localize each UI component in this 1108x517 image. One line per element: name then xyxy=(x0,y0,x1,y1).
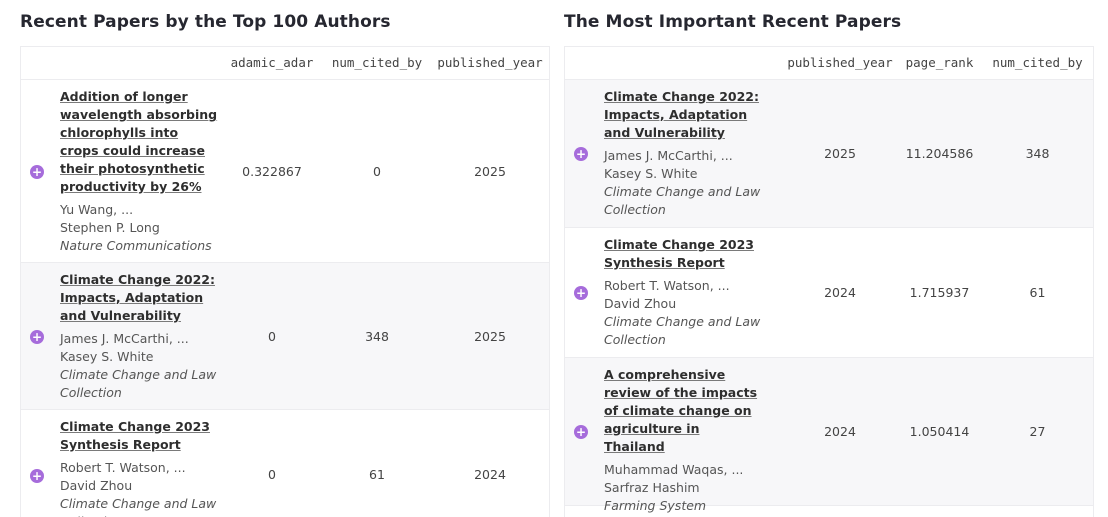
last-author: Kasey S. White xyxy=(60,349,154,364)
page-rank-value: 11.204586 xyxy=(905,146,974,161)
column-header-num-cited-by[interactable]: num_cited_by xyxy=(324,47,430,79)
column-header-num-cited-by[interactable]: num_cited_by xyxy=(984,47,1091,79)
last-author: Stephen P. Long xyxy=(60,220,160,235)
venue: Nature Communications xyxy=(60,238,212,253)
paper-info: Climate Change 2022: Impacts, Adaptation… xyxy=(60,271,220,402)
paper-title-link[interactable]: Climate Change 2022: Impacts, Adaptation… xyxy=(604,88,764,142)
paper-title-link[interactable]: Addition of longer wavelength absorbing … xyxy=(60,88,220,196)
published-year-value: 2024 xyxy=(824,424,856,439)
paper-info: Climate Change 2023 Synthesis Report Rob… xyxy=(604,236,764,349)
first-author: Muhammad Waqas, ... xyxy=(604,462,744,477)
published-year-value: 2025 xyxy=(824,146,856,161)
plus-circle-icon[interactable]: + xyxy=(574,147,588,161)
top-authors-table: adamic_adar num_cited_by published_year … xyxy=(20,46,550,517)
num-cited-by-value: 348 xyxy=(365,329,389,344)
last-author: David Zhou xyxy=(604,296,677,311)
plus-circle-icon[interactable]: + xyxy=(30,165,44,179)
published-year-value: 2025 xyxy=(474,329,506,344)
first-author: Yu Wang, ... xyxy=(60,202,134,217)
plus-circle-icon[interactable]: + xyxy=(30,330,44,344)
table-row: + A comprehensive review of the impacts … xyxy=(565,358,1093,513)
first-author: Robert T. Watson, ... xyxy=(604,278,730,293)
panel-title: Recent Papers by the Top 100 Authors xyxy=(20,12,391,32)
paper-info: Addition of longer wavelength absorbing … xyxy=(60,88,220,255)
first-author: James J. McCarthi, ... xyxy=(60,331,189,346)
paper-info: Climate Change 2023 Synthesis Report Rob… xyxy=(60,418,220,517)
page-rank-value: 1.050414 xyxy=(909,424,970,439)
venue: Climate Change and Law Collection xyxy=(604,314,761,347)
venue: Climate Change and Law Collection xyxy=(60,367,217,400)
venue: Climate Change and Law Collection xyxy=(60,496,217,517)
plus-circle-icon[interactable]: + xyxy=(574,286,588,300)
num-cited-by-value: 61 xyxy=(369,467,385,482)
first-author: Robert T. Watson, ... xyxy=(60,460,186,475)
venue: Farming System xyxy=(604,498,707,513)
plus-circle-icon[interactable]: + xyxy=(574,425,588,439)
paper-title-link[interactable]: A comprehensive review of the impacts of… xyxy=(604,366,764,456)
venue: Climate Change and Law Collection xyxy=(604,184,761,217)
num-cited-by-value: 0 xyxy=(373,164,381,179)
table-row: + Climate Change 2023 Synthesis Report R… xyxy=(565,228,1093,358)
paper-info: A comprehensive review of the impacts of… xyxy=(604,366,764,515)
published-year-value: 2025 xyxy=(474,164,506,179)
column-header-published-year[interactable]: published_year xyxy=(433,47,547,79)
table-header: published_year page_rank num_cited_by xyxy=(565,47,1093,80)
published-year-value: 2024 xyxy=(474,467,506,482)
published-year-value: 2024 xyxy=(824,285,856,300)
adamic-adar-value: 0.322867 xyxy=(242,164,302,179)
table-row: + Climate Change 2022: Impacts, Adaptati… xyxy=(21,263,549,410)
important-papers-table: published_year page_rank num_cited_by + … xyxy=(564,46,1094,517)
page-rank-value: 1.715937 xyxy=(909,285,970,300)
table-header: adamic_adar num_cited_by published_year xyxy=(21,47,549,80)
num-cited-by-value: 27 xyxy=(1029,424,1046,439)
paper-title-link[interactable]: Climate Change 2022: Impacts, Adaptation… xyxy=(60,271,220,325)
paper-title-link[interactable]: Climate Change 2023 Synthesis Report xyxy=(60,418,220,454)
last-author: Kasey S. White xyxy=(604,166,698,181)
column-header-page-rank[interactable]: page_rank xyxy=(898,47,981,79)
column-header-adamic-adar[interactable]: adamic_adar xyxy=(223,47,321,79)
num-cited-by-value: 348 xyxy=(1025,146,1050,161)
last-author: Sarfraz Hashim xyxy=(604,480,700,495)
important-papers-panel: The Most Important Recent Papers publish… xyxy=(564,0,1094,517)
top-authors-panel: Recent Papers by the Top 100 Authors ada… xyxy=(20,0,550,517)
plus-circle-icon[interactable]: + xyxy=(30,469,44,483)
first-author: James J. McCarthi, ... xyxy=(604,148,733,163)
panel-title: The Most Important Recent Papers xyxy=(564,12,902,32)
table-row: + Climate Change 2023 Synthesis Report R… xyxy=(21,410,549,517)
column-header-published-year[interactable]: published_year xyxy=(785,47,895,79)
adamic-adar-value: 0 xyxy=(268,329,276,344)
num-cited-by-value: 61 xyxy=(1029,285,1046,300)
table-row: + Climate Change 2022: Impacts, Adaptati… xyxy=(565,80,1093,228)
paper-info: Climate Change 2022: Impacts, Adaptation… xyxy=(604,88,764,219)
adamic-adar-value: 0 xyxy=(268,467,276,482)
table-row: + Addition of longer wavelength absorbin… xyxy=(21,80,549,263)
last-author: David Zhou xyxy=(60,478,133,493)
paper-title-link[interactable]: Climate Change 2023 Synthesis Report xyxy=(604,236,764,272)
